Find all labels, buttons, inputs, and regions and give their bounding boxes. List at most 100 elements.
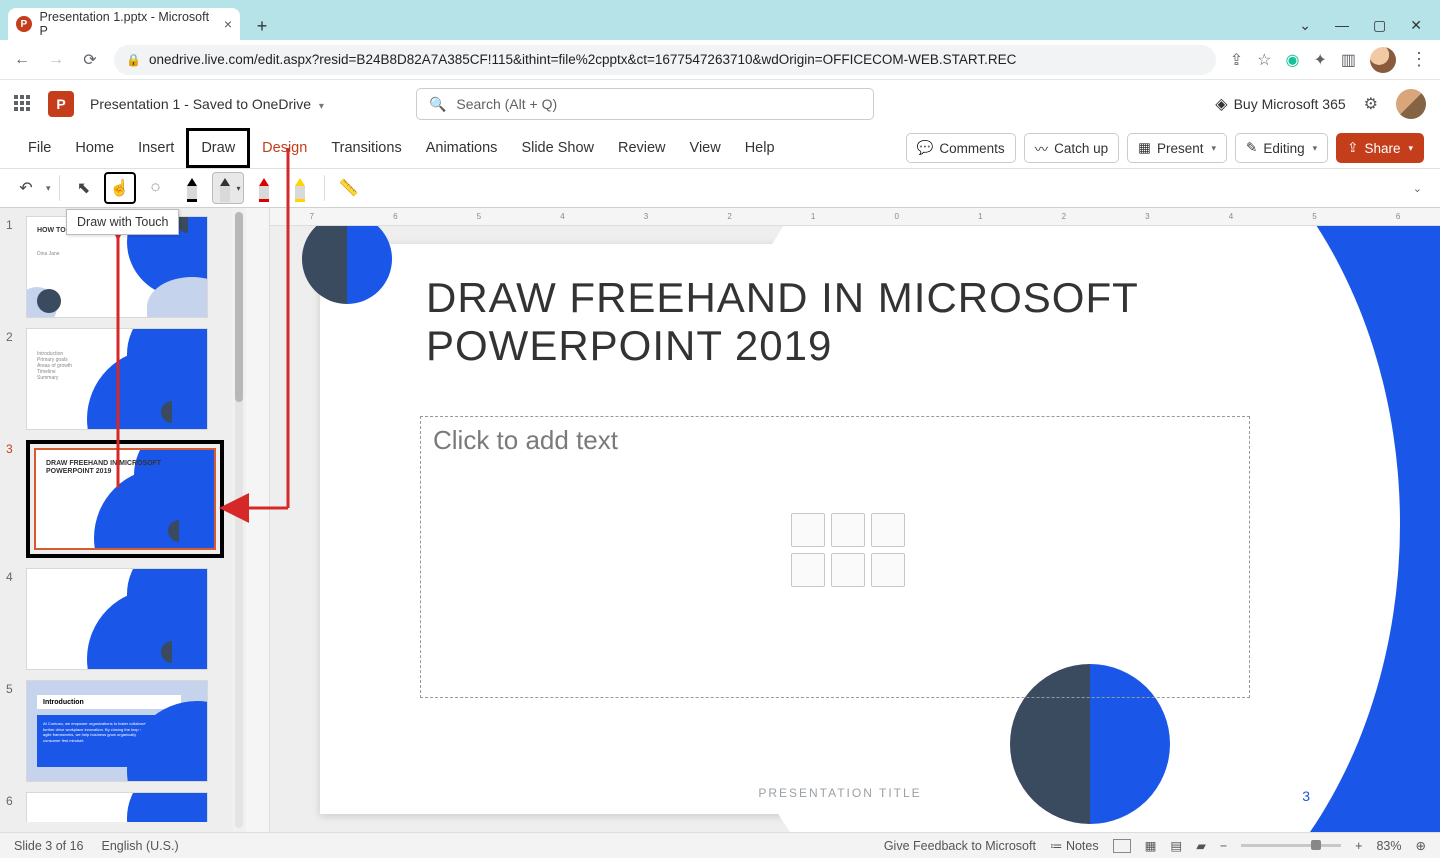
reading-view-icon[interactable]: ▤ (1170, 838, 1182, 853)
tab-review[interactable]: Review (606, 128, 678, 168)
thumbnail-3[interactable]: 3 DRAW FREEHAND IN MICROSOFT POWERPOINT … (6, 440, 228, 558)
grammarly-icon[interactable]: ◉ (1286, 50, 1300, 70)
separator (59, 175, 60, 201)
tooltip: Draw with Touch (66, 209, 179, 235)
ruler-tick: 1 (978, 212, 982, 221)
reload-icon[interactable]: ⟳ (80, 50, 100, 70)
sidepanel-icon[interactable]: ▥ (1341, 50, 1356, 70)
collapse-ribbon-icon[interactable]: ⌄ (1413, 182, 1430, 195)
present-button[interactable]: ▦ Present▾ (1127, 133, 1227, 163)
slide-title[interactable]: DRAW FREEHAND IN MICROSOFT POWERPOINT 20… (426, 274, 1186, 371)
thumbnail-2[interactable]: 2 Introduction Primary goals Areas of gr… (6, 328, 228, 430)
zoom-level[interactable]: 83% (1376, 839, 1401, 853)
document-title[interactable]: Presentation 1 - Saved to OneDrive ▾ (90, 96, 324, 112)
powerpoint-logo-icon: P (48, 91, 74, 117)
undo-dropdown-icon[interactable]: ▾ (46, 183, 51, 194)
thumb-number: 6 (6, 792, 20, 808)
thumbnail-5[interactable]: 5 Introduction At Contoso, we empower or… (6, 680, 228, 782)
catchup-button[interactable]: 〰 Catch up (1024, 133, 1120, 163)
normal-view-icon[interactable] (1113, 839, 1131, 853)
tab-insert[interactable]: Insert (126, 128, 186, 168)
tab-animations[interactable]: Animations (414, 128, 510, 168)
zoom-in-button[interactable]: + (1355, 839, 1362, 853)
share-page-icon[interactable]: ⇪ (1230, 50, 1243, 70)
feedback-link[interactable]: Give Feedback to Microsoft (884, 839, 1036, 853)
search-input[interactable]: 🔍 Search (Alt + Q) (416, 88, 874, 120)
pen-red[interactable] (248, 172, 280, 204)
tab-draw[interactable]: Draw (186, 128, 250, 168)
share-button[interactable]: ⇪ Share▾ (1336, 133, 1424, 163)
ruler-tool[interactable]: 📏 (333, 172, 365, 204)
pen-gray[interactable]: ▾ (212, 172, 244, 204)
ruler-tick: 2 (1062, 212, 1066, 221)
undo-button[interactable]: ↶ (10, 172, 42, 204)
user-avatar[interactable] (1396, 89, 1426, 119)
insert-smartart-icon[interactable] (871, 513, 905, 547)
insert-picture-icon[interactable] (791, 553, 825, 587)
language-indicator[interactable]: English (U.S.) (102, 839, 179, 853)
placeholder-icons[interactable] (791, 513, 905, 587)
zoom-slider[interactable] (1241, 844, 1341, 847)
buy-microsoft-365-button[interactable]: ◈ Buy Microsoft 365 (1215, 94, 1345, 114)
content-placeholder[interactable]: Click to add text (420, 416, 1250, 698)
editing-button[interactable]: ✎ Editing▾ (1235, 133, 1328, 163)
thumb-number: 2 (6, 328, 20, 344)
thumbnails-scrollbar[interactable] (232, 208, 246, 832)
insert-online-picture-icon[interactable] (831, 553, 865, 587)
tab-view[interactable]: View (678, 128, 733, 168)
minimize-icon[interactable]: — (1335, 17, 1349, 34)
url-input[interactable]: 🔒 onedrive.live.com/edit.aspx?resid=B24B… (114, 45, 1216, 75)
new-tab-button[interactable]: + (248, 12, 276, 40)
ruler-tick: 3 (644, 212, 648, 221)
status-bar: Slide 3 of 16 English (U.S.) Give Feedba… (0, 832, 1440, 858)
highlighter-yellow[interactable] (284, 172, 316, 204)
insert-chart-icon[interactable] (831, 513, 865, 547)
thumbnail-6[interactable]: 6 (6, 792, 228, 822)
thumbnail-4[interactable]: 4 (6, 568, 228, 670)
ruler-tick: 5 (477, 212, 481, 221)
tab-slideshow[interactable]: Slide Show (509, 128, 606, 168)
ruler-tick: 7 (310, 212, 314, 221)
tab-home[interactable]: Home (63, 128, 126, 168)
tab-file[interactable]: File (16, 128, 63, 168)
present-label: Present (1157, 141, 1204, 156)
select-tool[interactable]: ⬉ (68, 172, 100, 204)
draw-with-touch-tool[interactable]: ☝ (104, 172, 136, 204)
maximize-icon[interactable]: ▢ (1373, 17, 1386, 34)
lasso-tool[interactable]: ◌ (140, 172, 172, 204)
url-text: onedrive.live.com/edit.aspx?resid=B24B8D… (149, 52, 1016, 67)
slide-sorter-icon[interactable]: ▦ (1145, 838, 1157, 853)
slideshow-view-icon[interactable]: ▰ (1196, 838, 1206, 853)
extensions-icon[interactable]: ✦ (1313, 50, 1326, 70)
close-window-icon[interactable]: ✕ (1410, 17, 1422, 34)
back-icon[interactable]: ← (12, 51, 32, 69)
share-label: Share (1364, 141, 1400, 156)
tab-transitions[interactable]: Transitions (319, 128, 413, 168)
pen-black[interactable] (176, 172, 208, 204)
insert-video-icon[interactable] (871, 553, 905, 587)
tab-design[interactable]: Design (250, 128, 319, 168)
notes-button[interactable]: ≔ Notes (1050, 838, 1099, 853)
slide-canvas[interactable]: DRAW FREEHAND IN MICROSOFT POWERPOINT 20… (320, 244, 1360, 814)
zoom-out-button[interactable]: − (1220, 839, 1227, 853)
comments-button[interactable]: 💬 Comments (906, 133, 1016, 163)
close-tab-icon[interactable]: × (224, 16, 232, 32)
workspace: 1 HOW TO DRAW IN POWERPOINTDina Jane 2 I… (0, 208, 1440, 832)
vertical-ruler (246, 208, 270, 832)
bookmark-icon[interactable]: ☆ (1257, 50, 1271, 70)
lock-icon: 🔒 (126, 53, 141, 67)
browser-menu-icon[interactable]: ⋮ (1410, 49, 1428, 70)
draw-toolbar: ↶ ▾ ⬉ ☝ ◌ ▾ 📏 Draw with Touch ⌄ (0, 168, 1440, 208)
fit-to-window-icon[interactable]: ⊕ (1416, 838, 1426, 853)
slide-indicator[interactable]: Slide 3 of 16 (14, 839, 84, 853)
settings-gear-icon[interactable]: ⚙ (1364, 94, 1378, 114)
app-launcher-icon[interactable] (14, 95, 32, 113)
insert-table-icon[interactable] (791, 513, 825, 547)
notes-label: Notes (1066, 839, 1099, 853)
chevron-down-icon[interactable]: ⌄ (1299, 17, 1311, 34)
ruler-tick: 4 (1229, 212, 1233, 221)
tab-help[interactable]: Help (733, 128, 787, 168)
forward-icon[interactable]: → (46, 51, 66, 69)
profile-avatar[interactable] (1370, 47, 1396, 73)
browser-tab[interactable]: P Presentation 1.pptx - Microsoft P × (8, 8, 240, 40)
